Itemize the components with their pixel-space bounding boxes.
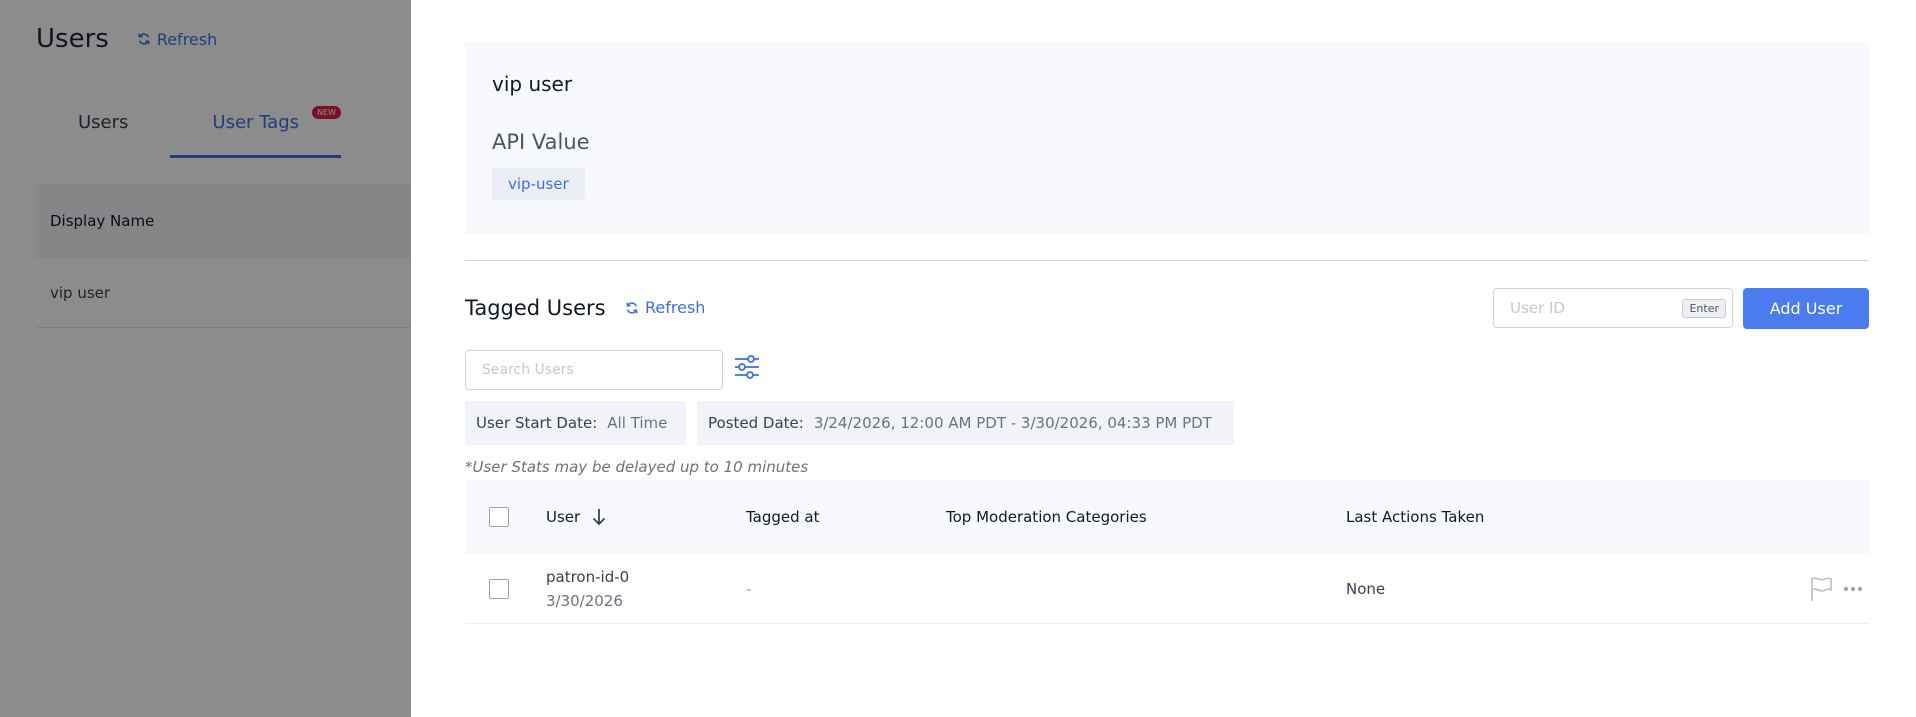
filter-sliders-icon[interactable] <box>733 354 761 380</box>
user-id-link[interactable]: patron-id-0 <box>546 568 629 586</box>
row-select-cell <box>489 554 509 623</box>
column-header-top-moderation-categories: Top Moderation Categories <box>946 508 1147 526</box>
user-id-field[interactable]: Enter <box>1493 288 1733 328</box>
column-header-last-actions: Last Actions Taken <box>1346 508 1485 526</box>
tag-info-card: vip user API Value vip-user <box>465 42 1869 234</box>
user-date: 3/30/2026 <box>546 591 623 610</box>
filter-value: 3/24/2026, 12:00 AM PDT - 3/30/2026, 04:… <box>813 414 1212 432</box>
tag-name: vip user <box>492 72 573 96</box>
select-all-cell <box>489 480 509 554</box>
user-cell: patron-id-0 3/30/2026 <box>546 554 629 623</box>
flag-action-cell <box>1809 554 1833 623</box>
column-header-tagged-at: Tagged at <box>746 508 820 526</box>
tagged-users-refresh-button[interactable]: Refresh <box>625 298 705 317</box>
user-start-date-filter[interactable]: User Start Date: All Time <box>465 401 686 445</box>
enter-key-hint: Enter <box>1682 298 1726 318</box>
add-user-button[interactable]: Add User <box>1743 288 1869 329</box>
sort-descending-icon <box>593 509 606 526</box>
column-header-user[interactable]: User <box>546 480 606 554</box>
filter-value: All Time <box>607 414 668 432</box>
api-value-pill: vip-user <box>492 168 585 200</box>
api-value-label: API Value <box>492 130 590 154</box>
more-options-icon[interactable] <box>1843 586 1863 592</box>
modal-overlay[interactable] <box>0 0 411 717</box>
divider <box>465 260 1869 261</box>
flag-icon[interactable] <box>1809 576 1833 602</box>
filter-label: User Start Date: <box>476 414 598 432</box>
posted-date-filter[interactable]: Posted Date: 3/24/2026, 12:00 AM PDT - 3… <box>697 401 1234 445</box>
refresh-label: Refresh <box>645 298 706 317</box>
column-header-user-label: User <box>546 508 581 526</box>
stats-delay-note: *User Stats may be delayed up to 10 minu… <box>465 458 809 476</box>
last-actions-value: None <box>1346 579 1386 598</box>
select-all-checkbox[interactable] <box>489 507 509 527</box>
filter-label: Posted Date: <box>708 414 804 432</box>
user-id-input[interactable] <box>1510 299 1683 317</box>
search-users-input[interactable] <box>465 350 723 390</box>
tag-detail-drawer: vip user API Value vip-user Tagged Users… <box>411 0 1916 717</box>
tagged-at-value: - <box>746 579 752 598</box>
more-action-cell <box>1843 554 1863 623</box>
refresh-icon <box>626 301 638 314</box>
row-checkbox[interactable] <box>489 578 509 599</box>
table-header: User Tagged at Top Moderation Categories… <box>465 480 1869 554</box>
table-row[interactable]: patron-id-0 3/30/2026 - None <box>465 554 1869 624</box>
tagged-users-title: Tagged Users <box>465 296 606 320</box>
